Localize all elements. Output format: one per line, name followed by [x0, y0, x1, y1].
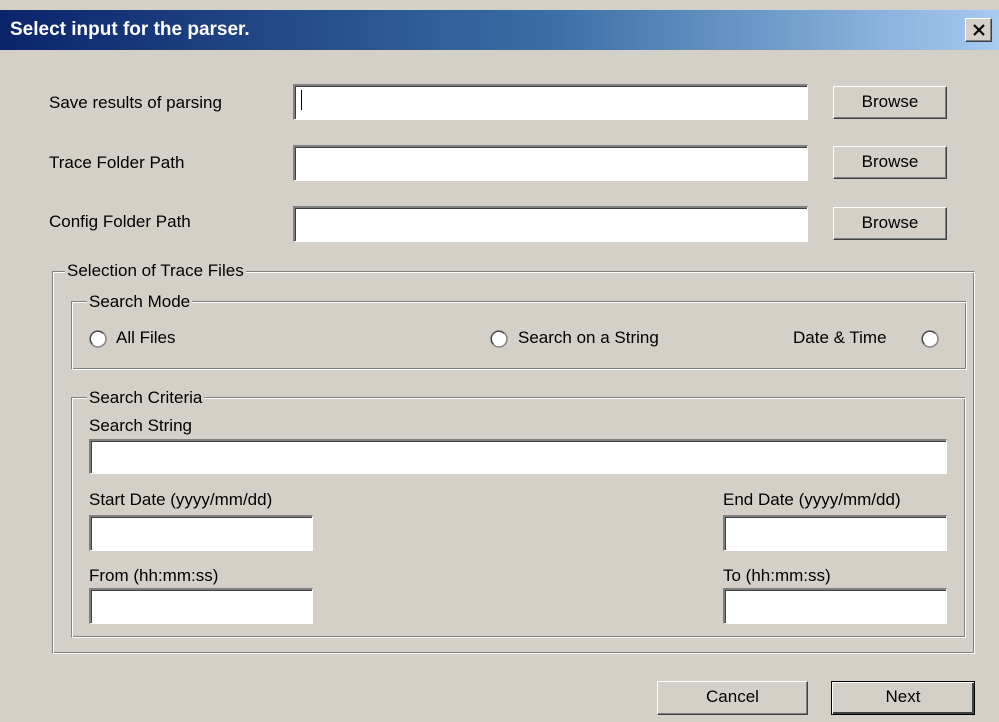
save-results-input[interactable] — [293, 84, 808, 120]
to-time-label: To (hh:mm:ss) — [723, 566, 831, 585]
close-icon — [973, 24, 985, 36]
cancel-button[interactable]: Cancel — [657, 681, 808, 715]
search-criteria-legend: Search Criteria — [87, 388, 205, 408]
search-string-input[interactable] — [89, 439, 947, 474]
date-time-radio[interactable] — [921, 330, 939, 348]
end-date-input[interactable] — [723, 515, 947, 551]
date-time-label[interactable]: Date & Time — [793, 328, 887, 348]
config-folder-input[interactable] — [293, 206, 808, 242]
config-folder-label: Config Folder Path — [49, 212, 191, 231]
from-time-label: From (hh:mm:ss) — [89, 566, 219, 585]
start-date-label: Start Date (yyyy/mm/dd) — [89, 490, 273, 509]
search-on-string-radio[interactable] — [490, 330, 508, 348]
close-button[interactable] — [965, 18, 992, 42]
from-time-input[interactable] — [89, 588, 313, 624]
end-date-label: End Date (yyyy/mm/dd) — [723, 490, 901, 509]
trace-folder-browse-button[interactable]: Browse — [833, 146, 947, 179]
search-mode-legend: Search Mode — [87, 292, 193, 312]
all-files-label[interactable]: All Files — [116, 328, 176, 348]
all-files-radio[interactable] — [89, 330, 107, 348]
trace-folder-label: Trace Folder Path — [49, 153, 185, 172]
next-button[interactable]: Next — [831, 681, 975, 715]
search-on-string-label[interactable]: Search on a String — [518, 328, 659, 348]
save-results-field-wrap — [293, 84, 808, 120]
start-date-input[interactable] — [89, 515, 313, 551]
save-results-label: Save results of parsing — [49, 93, 222, 112]
title-bar[interactable]: Select input for the parser. — [0, 10, 999, 50]
to-time-input[interactable] — [723, 588, 947, 624]
window-title: Select input for the parser. — [10, 19, 250, 40]
text-caret — [301, 90, 302, 110]
config-folder-browse-button[interactable]: Browse — [833, 207, 947, 240]
save-results-browse-button[interactable]: Browse — [833, 86, 947, 119]
trace-folder-input[interactable] — [293, 145, 808, 181]
selection-of-trace-files-legend: Selection of Trace Files — [65, 261, 246, 281]
search-string-label: Search String — [89, 416, 192, 435]
parser-input-dialog: Select input for the parser. Save result… — [0, 0, 999, 722]
